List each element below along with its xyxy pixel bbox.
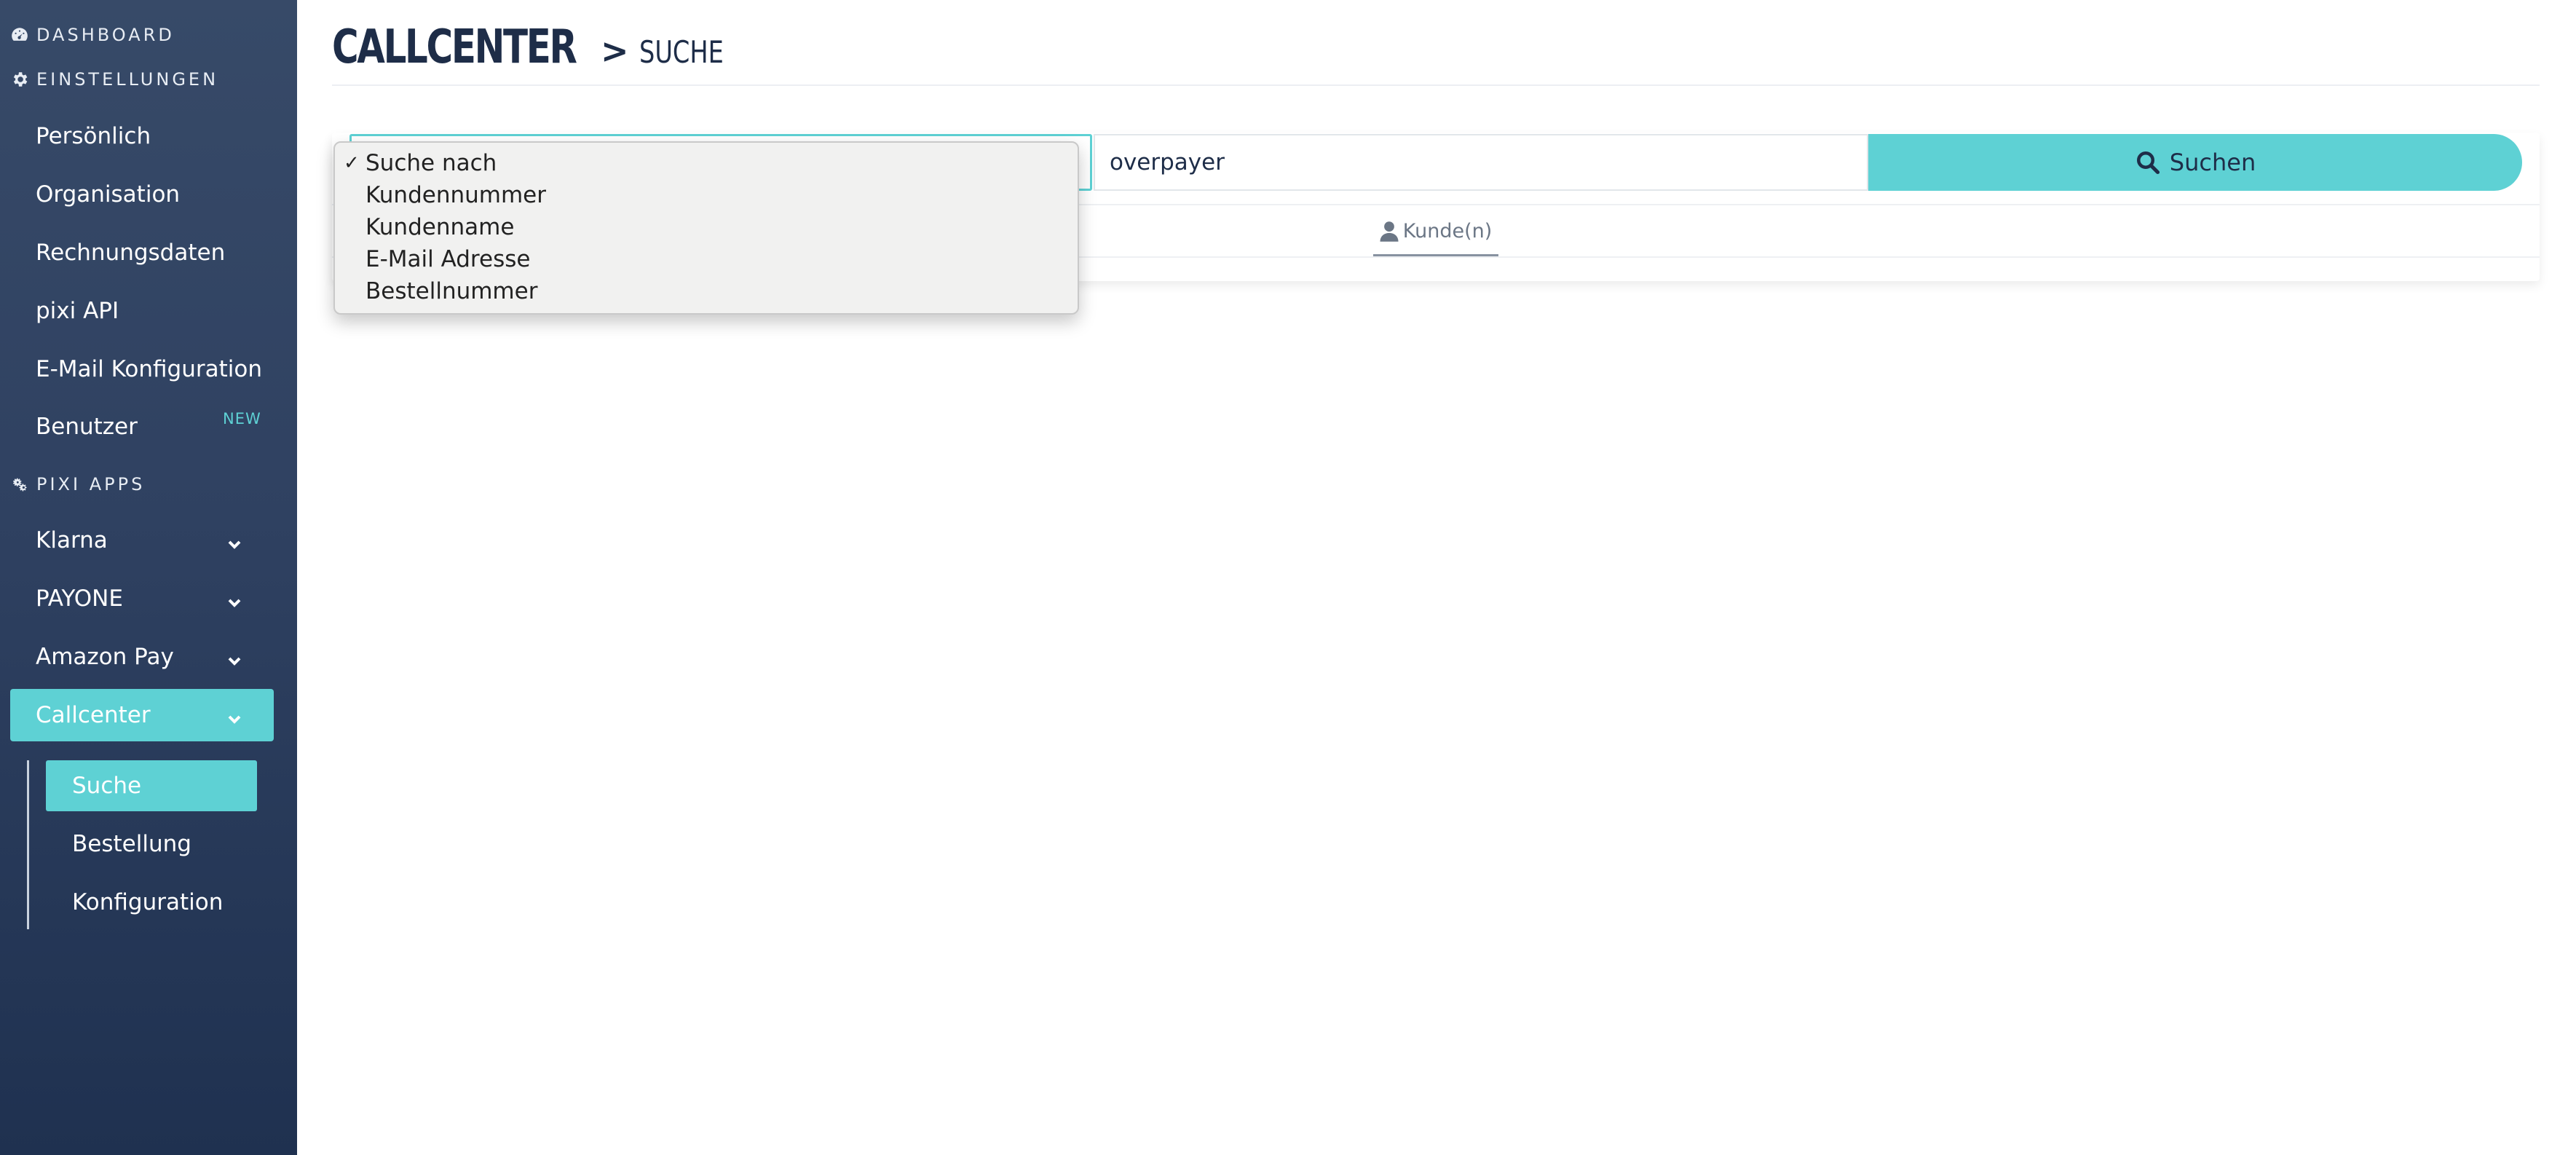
sidebar-item-label: E-Mail Konfiguration bbox=[36, 356, 262, 382]
dropdown-option-email-adresse[interactable]: E-Mail Adresse bbox=[335, 243, 1078, 275]
sidebar-item-klarna[interactable]: Klarna bbox=[10, 514, 274, 567]
sidebar-item-pixi-api[interactable]: pixi API bbox=[10, 285, 274, 337]
dropdown-option-label: E-Mail Adresse bbox=[366, 246, 531, 272]
sidebar-item-label: Amazon Pay bbox=[36, 644, 174, 670]
tab-kunden[interactable]: Kunde(n) bbox=[1373, 208, 1498, 256]
submenu-guide-line bbox=[27, 760, 29, 929]
check-icon: ✓ bbox=[344, 152, 360, 174]
sidebar-item-organisation[interactable]: Organisation bbox=[10, 168, 274, 221]
einstellungen-label: EINSTELLUNGEN bbox=[36, 69, 219, 90]
sidebar-item-label: Callcenter bbox=[36, 702, 151, 728]
page-title-separator: > bbox=[600, 31, 629, 71]
user-icon bbox=[1380, 221, 1399, 242]
chevron-down-icon bbox=[226, 707, 243, 725]
sidebar-item-label: Rechnungsdaten bbox=[36, 240, 226, 266]
page-title-main: CALLCENTER bbox=[332, 20, 577, 74]
sidebar-subitem-label: Bestellung bbox=[72, 831, 191, 857]
sidebar-item-label: Klarna bbox=[36, 527, 108, 553]
sidebar-item-label: Organisation bbox=[36, 181, 181, 208]
dropdown-option-bestellnummer[interactable]: Bestellnummer bbox=[335, 275, 1078, 307]
gear-icon bbox=[13, 72, 28, 87]
dashboard-gauge-icon bbox=[12, 28, 28, 41]
dashboard-label: DASHBOARD bbox=[36, 25, 175, 45]
search-button[interactable]: Suchen bbox=[1868, 134, 2522, 191]
dropdown-option-label: Suche nach bbox=[366, 150, 497, 176]
chevron-down-icon bbox=[226, 649, 243, 666]
gears-icon bbox=[13, 478, 27, 492]
sidebar-subitem-label: Suche bbox=[72, 773, 142, 799]
page-title-sub: SUCHE bbox=[639, 34, 724, 70]
sidebar-item-persoenlich[interactable]: Persönlich bbox=[10, 110, 274, 162]
search-button-label: Suchen bbox=[2169, 149, 2256, 176]
sidebar-item-amazon-pay[interactable]: Amazon Pay bbox=[10, 631, 274, 683]
title-divider bbox=[332, 84, 2540, 86]
dropdown-option-kundenname[interactable]: Kundenname bbox=[335, 211, 1078, 243]
search-icon bbox=[2136, 151, 2160, 175]
sidebar-section-einstellungen: EINSTELLUNGEN bbox=[10, 66, 218, 92]
dropdown-option-kundennummer[interactable]: Kundennummer bbox=[335, 179, 1078, 211]
sidebar-item-payone[interactable]: PAYONE bbox=[10, 572, 274, 625]
search-input-value: overpayer bbox=[1110, 149, 1225, 176]
pixi-apps-label: PIXI APPS bbox=[36, 474, 146, 494]
dropdown-option-suche-nach[interactable]: ✓ Suche nach bbox=[335, 147, 1078, 179]
sidebar-item-email-konfiguration[interactable]: E-Mail Konfiguration bbox=[10, 343, 274, 395]
search-input[interactable]: overpayer bbox=[1094, 134, 1868, 191]
sidebar-item-label: PAYONE bbox=[36, 586, 123, 612]
new-badge: NEW bbox=[223, 410, 261, 427]
sidebar-item-callcenter[interactable]: Callcenter bbox=[10, 689, 274, 741]
sidebar: DASHBOARD EINSTELLUNGEN Persönlich Organ… bbox=[0, 0, 297, 1155]
page-title: CALLCENTER > SUCHE bbox=[332, 20, 744, 79]
dropdown-option-label: Kundenname bbox=[366, 214, 515, 240]
sidebar-item-label: Persönlich bbox=[36, 123, 151, 149]
search-type-dropdown: ✓ Suche nach Kundennummer Kundenname E-M… bbox=[333, 141, 1079, 315]
sidebar-subitem-bestellung[interactable]: Bestellung bbox=[46, 819, 257, 870]
sidebar-section-pixi-apps: PIXI APPS bbox=[10, 471, 145, 497]
sidebar-item-label: pixi API bbox=[36, 298, 119, 324]
sidebar-item-label: Benutzer bbox=[36, 414, 138, 440]
sidebar-subitem-label: Konfiguration bbox=[72, 889, 224, 915]
sidebar-subitem-konfiguration[interactable]: Konfiguration bbox=[46, 877, 257, 928]
chevron-down-icon bbox=[226, 532, 243, 550]
dropdown-option-label: Kundennummer bbox=[366, 182, 546, 208]
dropdown-option-label: Bestellnummer bbox=[366, 278, 538, 304]
chevron-down-icon bbox=[226, 591, 243, 608]
sidebar-subitem-suche[interactable]: Suche bbox=[46, 760, 257, 811]
sidebar-item-rechnungsdaten[interactable]: Rechnungsdaten bbox=[10, 226, 274, 279]
sidebar-dashboard-link[interactable]: DASHBOARD bbox=[10, 22, 175, 48]
tab-label: Kunde(n) bbox=[1402, 220, 1493, 243]
